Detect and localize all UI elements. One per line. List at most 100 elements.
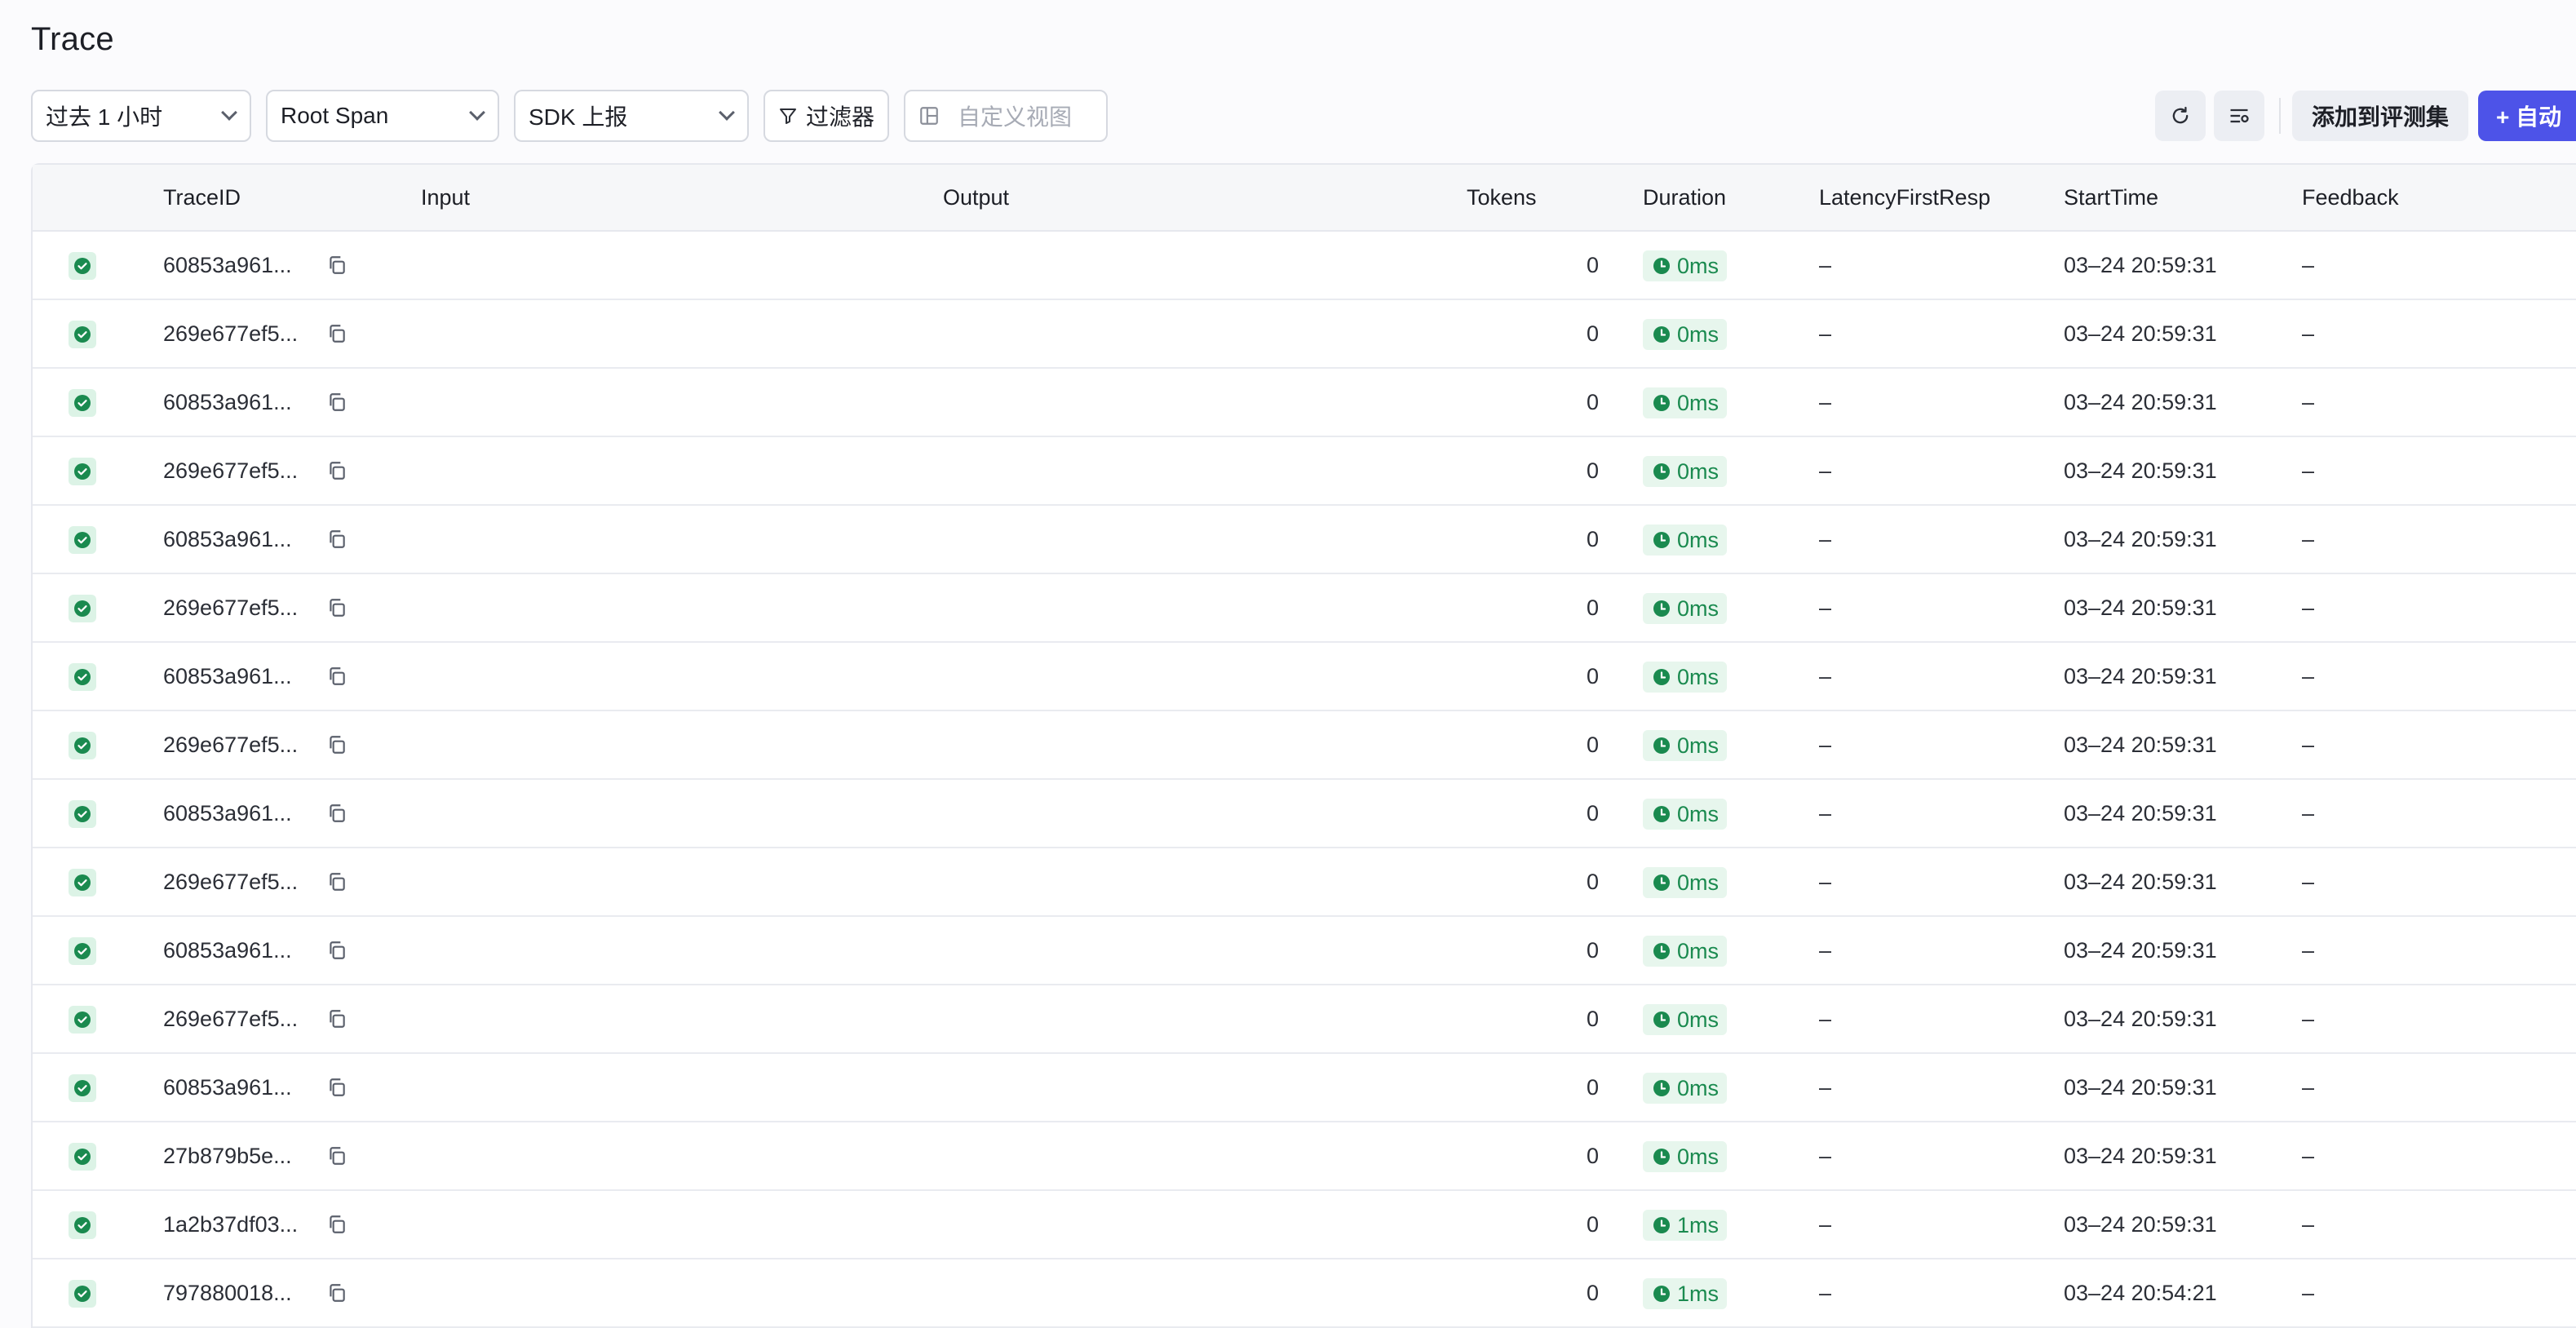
table-row[interactable]: 269e677ef5... 0 0ms – 03–24 20:59:31 – [33, 848, 2576, 917]
duration-value: 0ms [1677, 870, 1720, 895]
trace-id-cell[interactable]: 1a2b37df03... [163, 1191, 298, 1258]
success-status-icon [69, 252, 96, 280]
copy-icon[interactable] [326, 666, 347, 691]
header-tokens[interactable]: Tokens [1467, 165, 1537, 230]
latency-cell: – [1819, 527, 1832, 551]
header-start-time[interactable]: StartTime [2064, 165, 2158, 230]
filter-button[interactable]: 过滤器 [764, 90, 890, 142]
chevron-down-icon [1083, 111, 1093, 121]
feedback-cell: – [2302, 1144, 2315, 1168]
table-row[interactable]: 60853a961... 0 0ms – 03–24 20:59:31 – [33, 1054, 2576, 1122]
copy-icon[interactable] [326, 323, 347, 348]
trace-id-cell[interactable]: 269e677ef5... [163, 848, 298, 915]
copy-icon[interactable] [326, 1214, 347, 1239]
header-output[interactable]: Output [943, 165, 1009, 230]
tokens-cell: 0 [1586, 253, 1599, 277]
table-row[interactable]: 797880018... 0 1ms – 03–24 20:54:21 – [33, 1259, 2576, 1328]
table-row[interactable]: 269e677ef5... 0 0ms – 03–24 20:59:31 – [33, 985, 2576, 1054]
add-to-eval-button[interactable]: 添加到评测集 [2291, 91, 2468, 141]
trace-id-cell[interactable]: 27b879b5e... [163, 1122, 292, 1189]
copy-icon[interactable] [326, 1145, 347, 1171]
column-settings-button[interactable] [2213, 91, 2264, 141]
trace-id-cell[interactable]: 269e677ef5... [163, 300, 298, 367]
source-select[interactable]: SDK 上报 [514, 90, 749, 142]
trace-id-cell[interactable]: 60853a961... [163, 1054, 292, 1121]
copy-icon[interactable] [326, 392, 347, 417]
copy-icon[interactable] [326, 529, 347, 554]
table-row[interactable]: 27b879b5e... 0 0ms – 03–24 20:59:31 – [33, 1122, 2576, 1191]
tokens-cell: 0 [1586, 938, 1599, 963]
refresh-icon [2172, 106, 2189, 124]
trace-id-cell[interactable]: 60853a961... [163, 506, 292, 573]
trace-id-cell[interactable]: 269e677ef5... [163, 437, 298, 504]
table-row[interactable]: 60853a961... 0 0ms – 03–24 20:59:31 – [33, 369, 2576, 437]
copy-icon[interactable] [326, 597, 347, 622]
tokens-cell: 0 [1586, 527, 1599, 551]
header-trace-id[interactable]: TraceID [163, 165, 241, 230]
table-row[interactable]: 60853a961... 0 0ms – 03–24 20:59:31 – [33, 780, 2576, 848]
duration-value: 0ms [1677, 1144, 1720, 1169]
table-row[interactable]: 269e677ef5... 0 0ms – 03–24 20:59:31 – [33, 574, 2576, 643]
duration-badge: 0ms [1643, 593, 1728, 624]
table-row[interactable]: 60853a961... 0 0ms – 03–24 20:59:31 – [33, 643, 2576, 711]
copy-icon[interactable] [326, 940, 347, 965]
trace-id-cell[interactable]: 269e677ef5... [163, 574, 298, 641]
start-time-cell: 03–24 20:59:31 [2064, 1007, 2217, 1031]
clock-icon [1653, 1011, 1670, 1028]
custom-view-select[interactable]: 自定义视图 [904, 90, 1109, 142]
copy-icon[interactable] [326, 734, 347, 759]
clock-icon [1653, 1286, 1670, 1302]
trace-id-cell[interactable]: 60853a961... [163, 643, 292, 710]
copy-icon[interactable] [326, 460, 347, 485]
time-range-select[interactable]: 过去 1 小时 [31, 90, 251, 142]
start-time-cell: 03–24 20:59:31 [2064, 253, 2217, 277]
latency-cell: – [1819, 321, 1832, 346]
refresh-button[interactable] [2154, 91, 2206, 141]
start-time-cell: 03–24 20:59:31 [2064, 664, 2217, 688]
toolbar: 过去 1 小时 Root Span SDK 上报 过滤器 自定义视图 [31, 90, 1122, 142]
trace-id-cell[interactable]: 60853a961... [163, 917, 292, 984]
chevron-down-icon [469, 104, 485, 121]
duration-value: 0ms [1677, 458, 1720, 484]
copy-icon[interactable] [326, 1008, 347, 1034]
trace-id-cell[interactable]: 269e677ef5... [163, 711, 298, 778]
copy-icon[interactable] [326, 1282, 347, 1308]
auto-button[interactable]: + 自动 [2478, 91, 2576, 141]
success-status-icon [69, 389, 96, 417]
clock-icon [1653, 669, 1670, 685]
header-latency[interactable]: LatencyFirstResp [1819, 165, 1990, 230]
feedback-cell: – [2302, 1007, 2315, 1031]
duration-value: 0ms [1677, 733, 1720, 758]
trace-id-cell[interactable]: 60853a961... [163, 780, 292, 847]
duration-value: 0ms [1677, 595, 1720, 621]
trace-id-cell[interactable]: 60853a961... [163, 369, 292, 436]
duration-badge: 0ms [1643, 936, 1728, 967]
duration-badge: 0ms [1643, 1073, 1728, 1104]
trace-id-cell[interactable]: 797880018... [163, 1259, 292, 1326]
duration-badge: 0ms [1643, 250, 1728, 281]
clock-icon [1653, 737, 1670, 754]
header-feedback[interactable]: Feedback [2302, 165, 2399, 230]
trace-id-cell[interactable]: 269e677ef5... [163, 985, 298, 1052]
duration-value: 0ms [1677, 390, 1720, 415]
header-duration[interactable]: Duration [1643, 165, 1726, 230]
clock-icon [1653, 874, 1670, 891]
table-row[interactable]: 269e677ef5... 0 0ms – 03–24 20:59:31 – [33, 300, 2576, 369]
copy-icon[interactable] [326, 803, 347, 828]
trace-id-cell[interactable]: 60853a961... [163, 232, 292, 299]
span-type-select[interactable]: Root Span [266, 90, 499, 142]
table-row[interactable]: 269e677ef5... 0 0ms – 03–24 20:59:31 – [33, 711, 2576, 780]
table-row[interactable]: 269e677ef5... 0 0ms – 03–24 20:59:31 – [33, 437, 2576, 506]
table-row[interactable]: 60853a961... 0 0ms – 03–24 20:59:31 – [33, 917, 2576, 985]
feedback-cell: – [2302, 938, 2315, 963]
clock-icon [1653, 1149, 1670, 1165]
header-input[interactable]: Input [421, 165, 470, 230]
copy-icon[interactable] [326, 255, 347, 280]
copy-icon[interactable] [326, 871, 347, 896]
tokens-cell: 0 [1586, 1007, 1599, 1031]
copy-icon[interactable] [326, 1077, 347, 1102]
trace-table: TraceID Input Output Tokens Duration Lat… [31, 163, 2576, 1328]
table-row[interactable]: 1a2b37df03... 0 1ms – 03–24 20:59:31 – [33, 1191, 2576, 1259]
table-row[interactable]: 60853a961... 0 0ms – 03–24 20:59:31 – [33, 232, 2576, 300]
table-row[interactable]: 60853a961... 0 0ms – 03–24 20:59:31 – [33, 506, 2576, 574]
